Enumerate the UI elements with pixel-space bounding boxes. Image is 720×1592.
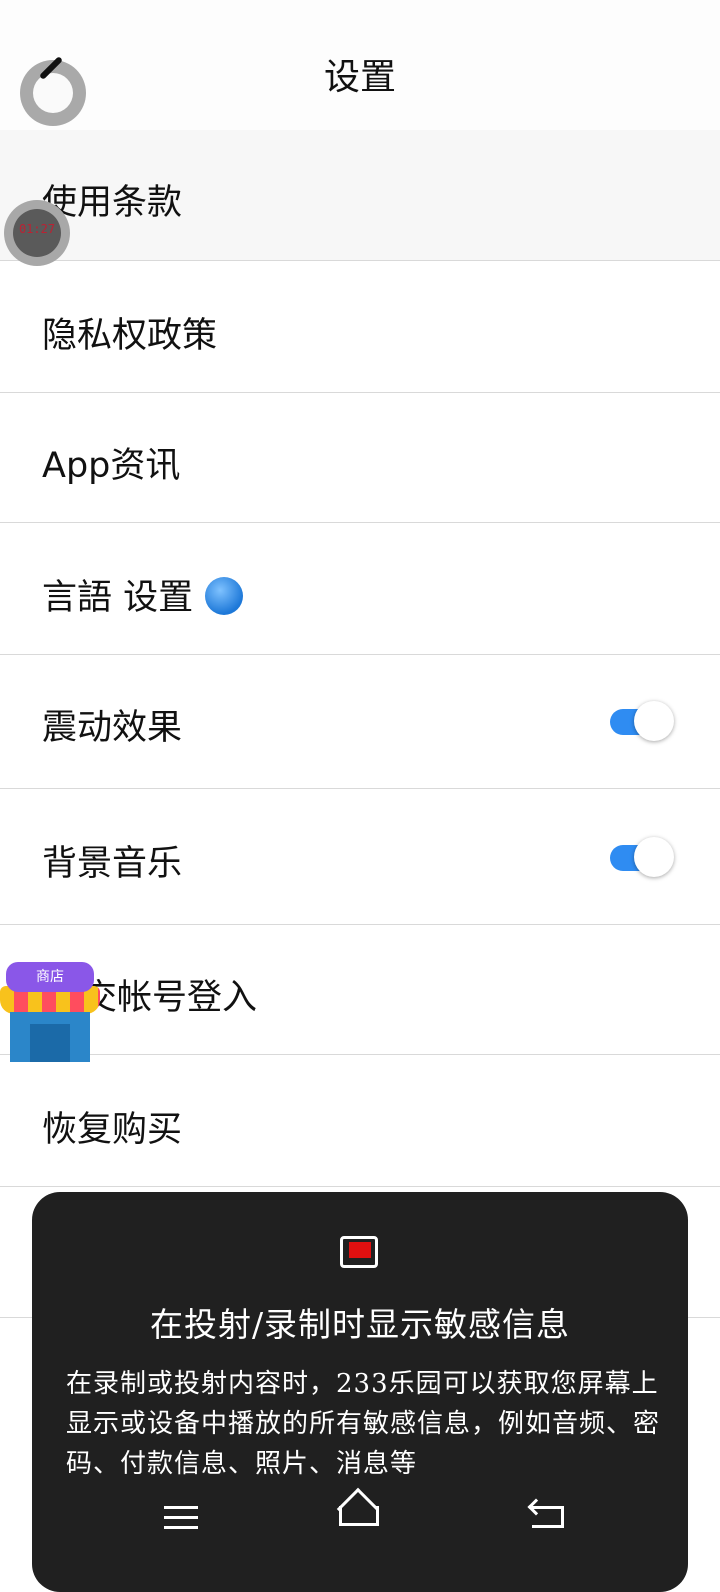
menu-item-restore-purchase[interactable]: 恢复购买: [0, 1055, 720, 1187]
menu-line: [164, 1506, 198, 1509]
menu-item-label-wrap: 言語 设置: [42, 569, 244, 620]
back-button[interactable]: [20, 60, 86, 126]
menu-item-account-login[interactable]: 交帐号登入: [0, 925, 720, 1055]
menu-line: [164, 1526, 198, 1529]
dialog-title: 在投射/录制时显示敏感信息: [149, 1305, 571, 1344]
bgm-toggle[interactable]: [610, 837, 674, 877]
menu-item-bgm: 背景音乐: [0, 789, 720, 925]
floating-timer-text: 01:27: [18, 222, 56, 236]
menu-item-label: App资讯: [42, 446, 181, 486]
shop-door: [30, 1024, 70, 1062]
menu-item-label: 交帐号登入: [82, 978, 258, 1018]
menu-item-label: 恢复购买: [42, 1110, 183, 1150]
cast-icon: [340, 1236, 378, 1268]
menu-item-label: 背景音乐: [42, 844, 183, 884]
menu-item-label: 震动效果: [42, 708, 183, 748]
globe-icon: [205, 577, 244, 615]
nav-back-button[interactable]: [518, 1490, 578, 1546]
menu-item-terms[interactable]: 使用条款: [0, 130, 720, 261]
menu-item-vibration: 震动效果: [0, 655, 720, 789]
nav-menu-button[interactable]: [150, 1490, 210, 1546]
vibration-toggle[interactable]: [610, 701, 674, 741]
menu-item-label: 隐私权政策: [42, 316, 218, 356]
toggle-knob: [634, 701, 674, 741]
menu-item-language[interactable]: 言語 设置: [0, 523, 720, 655]
app-header: 设置: [0, 0, 720, 131]
toggle-knob: [634, 837, 674, 877]
menu-item-privacy[interactable]: 隐私权政策: [0, 261, 720, 393]
shop-floating-button[interactable]: 商店: [0, 962, 100, 1062]
page-title: 设置: [323, 57, 396, 98]
menu-line: [164, 1516, 198, 1519]
shop-sign: 商店: [6, 962, 94, 992]
system-nav-bar: [0, 1490, 720, 1550]
menu-item-app-info[interactable]: App资讯: [0, 393, 720, 523]
dialog-body: 在录制或投射内容时，233乐园可以获取您屏幕上显示或设备中播放的所有敏感信息，例…: [66, 1369, 661, 1479]
menu-item-label: 言語 设置: [42, 578, 194, 618]
nav-home-button[interactable]: [330, 1490, 390, 1546]
floating-timer-button[interactable]: 01:27: [4, 200, 70, 266]
